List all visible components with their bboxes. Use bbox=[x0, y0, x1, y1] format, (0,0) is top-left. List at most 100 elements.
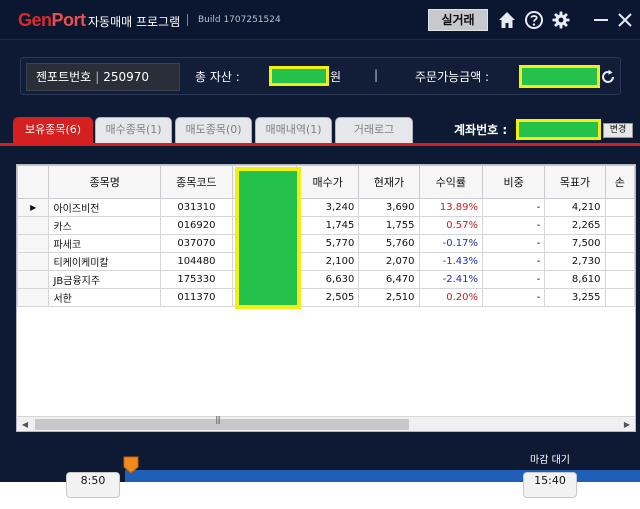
tab-underline bbox=[0, 143, 640, 146]
genport-number-label: 젠포트번호 bbox=[36, 70, 92, 84]
target-price: 3,255 bbox=[544, 288, 606, 307]
weight: - bbox=[481, 252, 546, 271]
col-header-name[interactable]: 종목명 bbox=[48, 165, 161, 199]
stock-name: JB금융지주 bbox=[48, 270, 161, 289]
title-divider bbox=[187, 14, 188, 26]
summary-divider: | bbox=[374, 68, 379, 82]
buy-price: 5,770 bbox=[296, 234, 360, 253]
col-header-buy-price[interactable]: 매수가 bbox=[296, 165, 360, 199]
row-indicator bbox=[17, 288, 50, 307]
col-header-cut-off[interactable]: 손 bbox=[604, 165, 635, 199]
start-time-box: 8:50 bbox=[66, 472, 120, 498]
col-header-target-price[interactable]: 목표가 bbox=[544, 165, 606, 199]
weight: - bbox=[481, 270, 546, 289]
col-header-code[interactable]: 종목코드 bbox=[159, 165, 234, 199]
stock-code: 031310 bbox=[159, 198, 234, 217]
cut-off-cell bbox=[604, 288, 635, 307]
cut-off-cell bbox=[604, 198, 635, 217]
table-row[interactable]: ▶ 아이즈비전 031310 3,240 3,690 13.89% - 4,21… bbox=[17, 198, 635, 217]
return-rate: 0.57% bbox=[418, 216, 483, 235]
weight: - bbox=[481, 216, 546, 235]
horizontal-scrollbar[interactable]: ◀ ||| ▶ bbox=[17, 415, 635, 431]
scrollbar-thumb[interactable]: ||| bbox=[35, 415, 409, 430]
scroll-right-arrow-icon[interactable]: ▶ bbox=[619, 417, 635, 431]
current-price: 3,690 bbox=[358, 198, 420, 217]
orderable-amount-label: 주문가능금액 : bbox=[415, 70, 490, 84]
tab-buy-stocks[interactable]: 매수종목(1) bbox=[95, 117, 172, 143]
stock-name: 파세코 bbox=[48, 234, 161, 253]
currency-unit: 원 bbox=[330, 70, 342, 84]
table-row[interactable]: JB금융지주 175330 6,630 6,470 -2.41% - 8,610 bbox=[17, 270, 635, 289]
current-price: 2,510 bbox=[358, 288, 420, 307]
scroll-left-arrow-icon[interactable]: ◀ bbox=[17, 417, 33, 431]
buy-price: 1,745 bbox=[296, 216, 360, 235]
return-rate: -1.43% bbox=[418, 252, 483, 271]
market-close-wait-label: 마감 대기 bbox=[530, 455, 570, 466]
stock-code: 011370 bbox=[159, 288, 234, 307]
genport-number-divider: | bbox=[95, 70, 100, 84]
cut-off-cell bbox=[604, 270, 635, 289]
refresh-icon[interactable] bbox=[599, 68, 617, 86]
total-assets-label: 총 자산 : bbox=[195, 70, 240, 84]
return-rate: -0.17% bbox=[418, 234, 483, 253]
total-assets-value-redacted bbox=[269, 66, 329, 86]
tab-trade-history[interactable]: 매매내역(1) bbox=[255, 117, 332, 143]
target-price: 8,610 bbox=[544, 270, 606, 289]
stock-code: 175330 bbox=[159, 270, 234, 289]
col-header-weight[interactable]: 비중 bbox=[481, 165, 546, 199]
genport-number-value: 250970 bbox=[103, 70, 150, 84]
genport-logo: GenPort bbox=[18, 10, 86, 31]
close-icon[interactable] bbox=[615, 10, 635, 30]
redacted-column-cover bbox=[235, 167, 301, 309]
stock-name: 카스 bbox=[48, 216, 161, 235]
cut-off-cell bbox=[604, 234, 635, 253]
indicator-header bbox=[17, 165, 50, 199]
holdings-grid: 종목명 종목코드 매수가 현재가 수익률 비중 목표가 손 ▶ 아이즈비전 03… bbox=[16, 164, 636, 432]
cut-off-cell bbox=[604, 216, 635, 235]
account-number-label: 계좌번호 : bbox=[454, 123, 508, 137]
target-price: 2,730 bbox=[544, 252, 606, 271]
orderable-amount-value-redacted bbox=[519, 65, 600, 88]
change-account-button[interactable]: 변경 bbox=[603, 123, 633, 138]
account-summary-panel: 젠포트번호 | 250970 총 자산 : 원 | 주문가능금액 : bbox=[20, 57, 621, 95]
scrollbar-grip: ||| bbox=[215, 415, 221, 424]
live-trading-button[interactable]: 실거래 bbox=[428, 9, 488, 31]
current-price: 5,760 bbox=[358, 234, 420, 253]
table-row[interactable]: 파세코 037070 5,770 5,760 -0.17% - 7,500 bbox=[17, 234, 635, 253]
current-time-marker-icon[interactable] bbox=[123, 456, 139, 474]
logo-port: Port bbox=[51, 10, 87, 30]
col-header-return[interactable]: 수익률 bbox=[418, 165, 483, 199]
stock-code: 104480 bbox=[159, 252, 234, 271]
tab-holdings[interactable]: 보유종목(6) bbox=[13, 117, 93, 143]
account-number-field-redacted[interactable] bbox=[516, 119, 601, 140]
gear-icon[interactable] bbox=[551, 10, 571, 30]
tab-trade-log[interactable]: 거래로그 bbox=[335, 117, 413, 143]
row-indicator: ▶ bbox=[17, 198, 50, 217]
table-row[interactable]: 서한 011370 2,505 2,510 0.20% - 3,255 bbox=[17, 288, 635, 307]
stock-name: 아이즈비전 bbox=[48, 198, 161, 217]
target-price: 7,500 bbox=[544, 234, 606, 253]
buy-price: 2,100 bbox=[296, 252, 360, 271]
stock-name: 티케이케미칼 bbox=[48, 252, 161, 271]
genport-number-box: 젠포트번호 | 250970 bbox=[26, 63, 180, 91]
row-indicator bbox=[17, 252, 50, 271]
minimize-icon[interactable] bbox=[591, 10, 611, 30]
row-indicator bbox=[17, 216, 50, 235]
current-price: 6,470 bbox=[358, 270, 420, 289]
return-rate: -2.41% bbox=[418, 270, 483, 289]
home-icon[interactable] bbox=[497, 10, 517, 30]
grid-header-row: 종목명 종목코드 매수가 현재가 수익률 비중 목표가 손 bbox=[17, 165, 635, 199]
row-indicator bbox=[17, 270, 50, 289]
table-row[interactable]: 카스 016920 1,745 1,755 0.57% - 2,265 bbox=[17, 216, 635, 235]
logo-gen: Gen bbox=[18, 10, 52, 30]
title-bar: GenPort 자동매매 프로그램 Build 1707251524 실거래 bbox=[0, 0, 640, 40]
holdings-table: 종목명 종목코드 매수가 현재가 수익률 비중 목표가 손 ▶ 아이즈비전 03… bbox=[17, 165, 635, 307]
table-row[interactable]: 티케이케미칼 104480 2,100 2,070 -1.43% - 2,730 bbox=[17, 252, 635, 271]
col-header-current-price[interactable]: 현재가 bbox=[358, 165, 420, 199]
help-icon[interactable] bbox=[524, 10, 544, 30]
weight: - bbox=[481, 198, 546, 217]
stock-name: 서한 bbox=[48, 288, 161, 307]
stock-code: 037070 bbox=[159, 234, 234, 253]
tab-sell-stocks[interactable]: 매도종목(0) bbox=[175, 117, 252, 143]
return-rate: 0.20% bbox=[418, 288, 483, 307]
